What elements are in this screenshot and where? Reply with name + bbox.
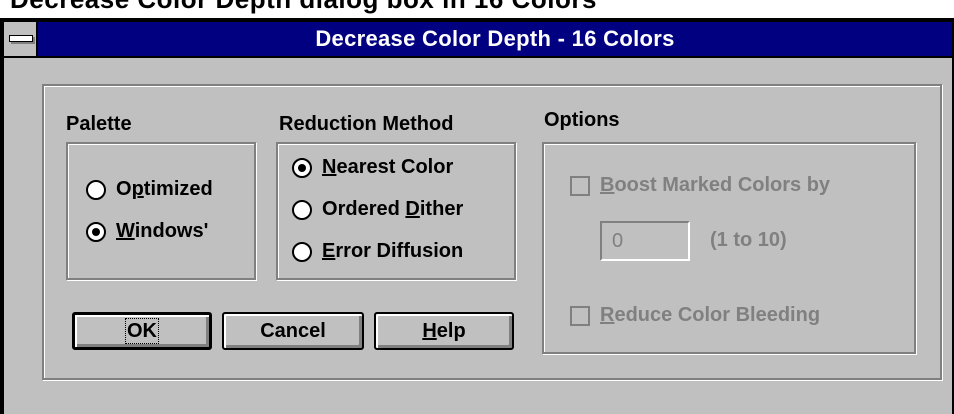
palette-label: Palette	[66, 113, 132, 135]
radio-error-diffusion[interactable]: Error Diffusion	[292, 240, 463, 263]
reduce-color-bleeding-label: Reduce Color Bleeding	[600, 304, 821, 326]
cancel-button[interactable]: Cancel	[222, 312, 364, 350]
help-button[interactable]: Help	[374, 312, 514, 350]
radio-optimized-label: Optimized	[116, 178, 213, 200]
radio-button-icon	[86, 179, 106, 200]
radio-ordered-dither[interactable]: Ordered Dither	[292, 198, 463, 221]
ok-button-label: OK	[125, 318, 159, 344]
system-menu-icon	[9, 35, 33, 42]
radio-button-selected-icon	[292, 157, 312, 178]
radio-button-selected-icon	[86, 221, 106, 242]
options-label: Options	[544, 109, 620, 131]
radio-windows[interactable]: Windows'	[86, 220, 208, 243]
boost-marked-colors-checkbox[interactable]: Boost Marked Colors by	[570, 174, 830, 197]
ok-button[interactable]: OK	[72, 312, 212, 350]
radio-nearest-color[interactable]: Nearest Color	[292, 156, 453, 179]
reduce-color-bleeding-checkbox[interactable]: Reduce Color Bleeding	[570, 304, 820, 327]
window-title: Decrease Color Depth - 16 Colors	[315, 26, 675, 51]
radio-button-icon	[292, 199, 312, 220]
system-menu-button[interactable]	[4, 22, 38, 56]
boost-marked-colors-label: Boost Marked Colors by	[600, 174, 831, 196]
boost-label-rest: oost Marked Colors by	[614, 174, 831, 196]
boost-range-hint: (1 to 10)	[710, 229, 787, 251]
dialog-window: Decrease Color Depth - 16 Colors Palette…	[0, 18, 954, 414]
cropped-caption: Decrease Color Depth dialog box in 16 Co…	[10, 0, 597, 15]
help-button-label: Help	[422, 320, 466, 342]
radio-button-icon	[292, 241, 312, 262]
radio-nearest-color-label: Nearest Color	[322, 156, 454, 178]
radio-error-diffusion-label: Error Diffusion	[322, 240, 464, 262]
radio-ordered-dither-label: Ordered Dither	[322, 198, 464, 220]
palette-group	[66, 142, 256, 280]
checkbox-icon	[570, 305, 590, 326]
checkbox-icon	[570, 175, 590, 196]
title-bar: Decrease Color Depth - 16 Colors	[4, 22, 952, 58]
boost-amount-input[interactable]: 0	[600, 221, 690, 261]
radio-optimized[interactable]: Optimized	[86, 178, 213, 201]
radio-windows-label: Windows'	[116, 220, 209, 242]
reduction-method-label: Reduction Method	[279, 113, 454, 135]
